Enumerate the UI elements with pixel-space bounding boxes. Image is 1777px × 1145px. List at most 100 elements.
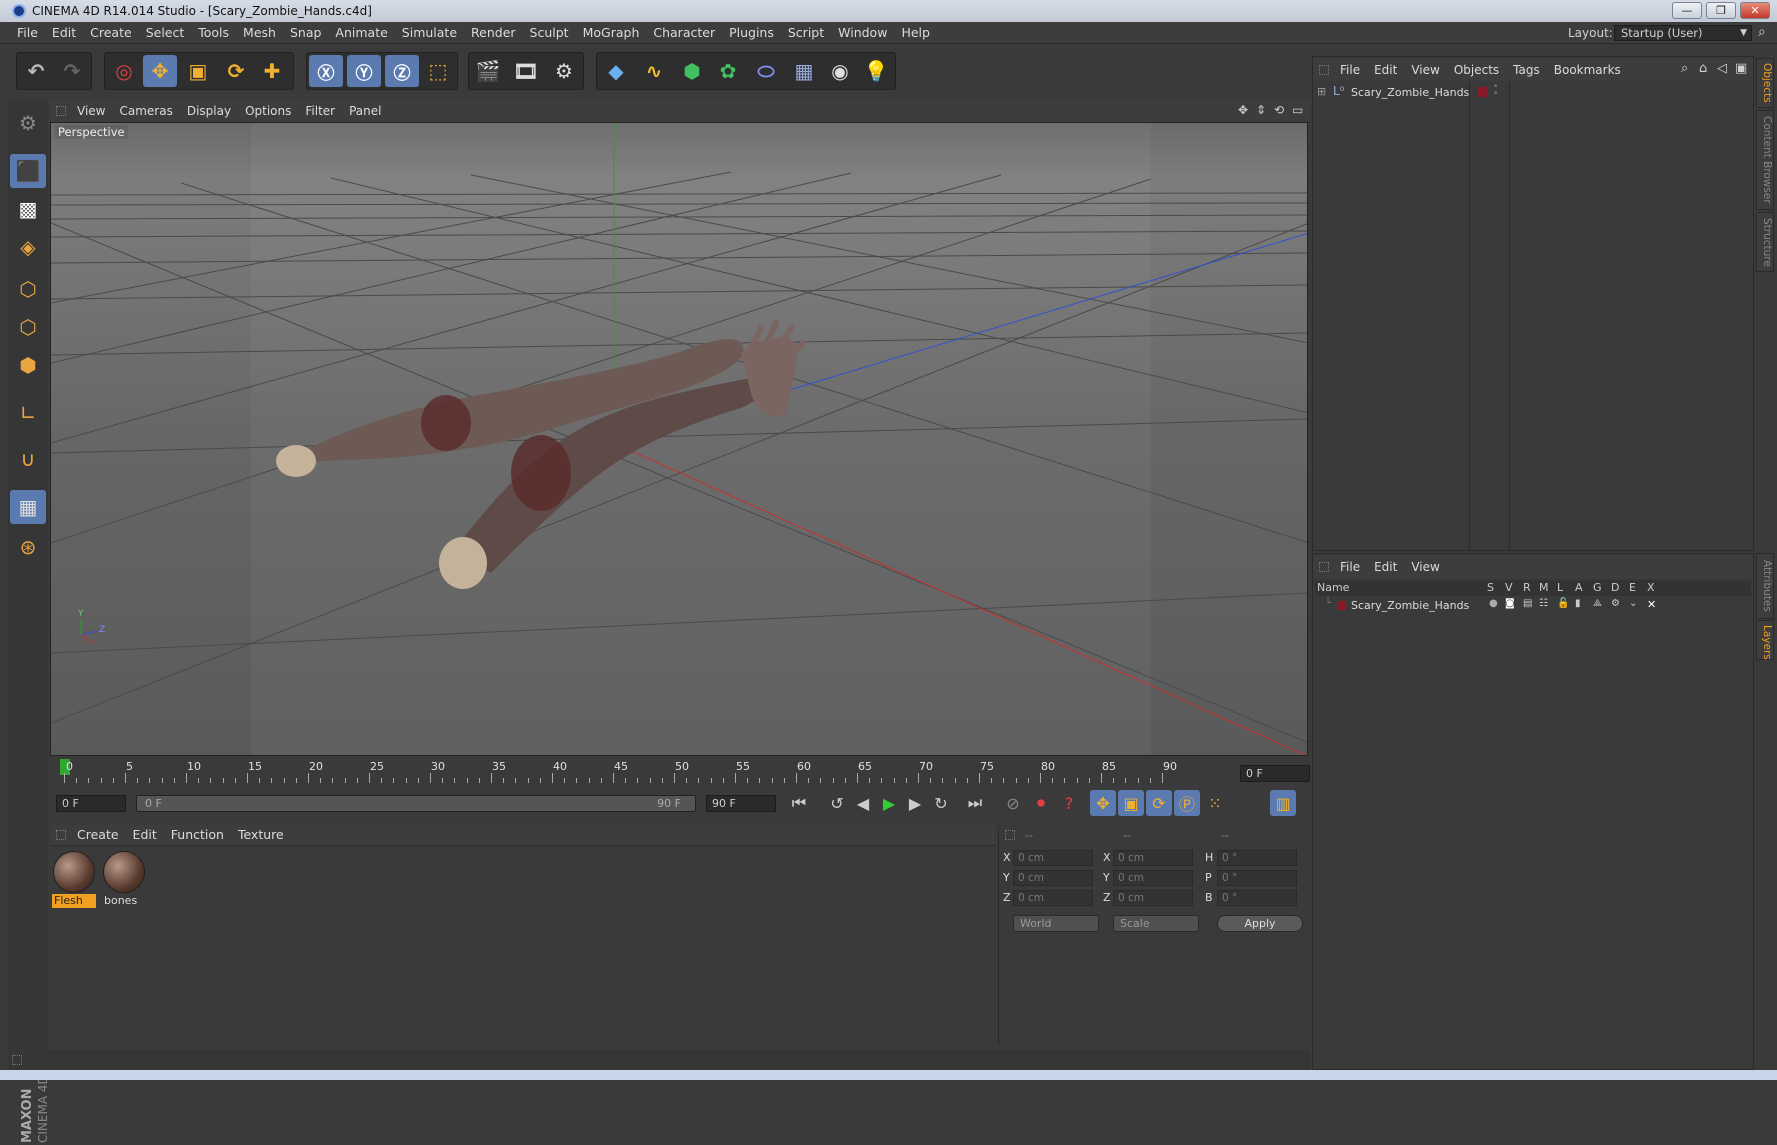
viewport-menu-cameras[interactable]: Cameras xyxy=(112,100,179,122)
workplane-lock-icon[interactable]: ▦ xyxy=(10,490,46,524)
expressions-toggle-icon[interactable]: ⌄ xyxy=(1629,598,1637,609)
panel-grip-icon[interactable] xyxy=(1319,562,1329,572)
current-frame-field[interactable]: 0 F xyxy=(1240,765,1310,782)
search-icon[interactable]: ⌕ xyxy=(1758,24,1766,40)
solo-toggle-icon[interactable]: ● xyxy=(1489,598,1498,609)
autokeying-icon[interactable]: ⏺ xyxy=(1028,790,1054,816)
render-picture-viewer-icon[interactable]: 🎞 xyxy=(509,55,543,87)
object-row[interactable]: ⊞ L⁰ Scary_Zombie_Hands • • xyxy=(1313,83,1753,103)
viewport-menu-filter[interactable]: Filter xyxy=(298,100,342,122)
objects-menu-file[interactable]: File xyxy=(1333,59,1367,81)
keyframe-selection-icon[interactable]: ? xyxy=(1056,790,1082,816)
scale-key-icon[interactable]: ▣ xyxy=(1118,790,1144,816)
menu-character[interactable]: Character xyxy=(646,22,722,44)
layers-menu-view[interactable]: View xyxy=(1404,556,1446,578)
next-frame-icon[interactable]: ▶ xyxy=(902,790,928,816)
locked-workplane-icon[interactable]: ⊛ xyxy=(10,530,46,564)
redo-icon[interactable]: ↷ xyxy=(55,55,89,87)
edges-mode-icon[interactable]: ⬡ xyxy=(10,310,46,344)
preview-range-slider[interactable]: 0 F 90 F xyxy=(136,795,696,812)
points-mode-icon[interactable]: ⬡ xyxy=(10,272,46,306)
polygons-mode-icon[interactable]: ⬢ xyxy=(10,348,46,382)
next-key-icon[interactable]: ↻ xyxy=(928,790,954,816)
restore-button[interactable]: ❐ xyxy=(1706,2,1736,19)
point-level-animation-icon[interactable]: ⁙ xyxy=(1202,790,1228,816)
previous-frame-icon[interactable]: ◀ xyxy=(850,790,876,816)
generators-toggle-icon[interactable]: ⟁ xyxy=(1593,598,1602,609)
column-render[interactable]: R xyxy=(1523,581,1531,594)
material-menu-create[interactable]: Create xyxy=(70,824,126,846)
maximize-view-icon[interactable]: ▭ xyxy=(1292,103,1303,117)
menu-plugins[interactable]: Plugins xyxy=(722,22,781,44)
layer-color-swatch[interactable] xyxy=(1337,601,1346,610)
x-axis-lock-icon[interactable]: Ⓧ xyxy=(309,55,343,87)
layers-menu-file[interactable]: File xyxy=(1333,556,1367,578)
panel-grip-icon[interactable] xyxy=(56,830,66,840)
transform-mode-dropdown[interactable]: Scale xyxy=(1113,915,1199,932)
viewport-menu-display[interactable]: Display xyxy=(180,100,238,122)
menu-render[interactable]: Render xyxy=(464,22,523,44)
undo-icon[interactable]: ↶ xyxy=(19,55,53,87)
layer-color-swatch[interactable] xyxy=(1478,87,1488,97)
panel-grip-icon[interactable] xyxy=(56,106,66,116)
position-key-icon[interactable]: ✥ xyxy=(1090,790,1116,816)
go-to-start-icon[interactable]: ⏮ xyxy=(786,790,812,816)
pos-z-field[interactable]: 0 cm xyxy=(1013,890,1093,906)
close-button[interactable]: ✕ xyxy=(1740,2,1770,19)
light-icon[interactable]: 💡 xyxy=(859,55,893,87)
menu-script[interactable]: Script xyxy=(781,22,831,44)
axis-mode-icon[interactable]: ∟ xyxy=(10,396,46,430)
parameter-key-icon[interactable]: Ⓟ xyxy=(1174,790,1200,816)
rotate-tool-icon[interactable]: ⟳ xyxy=(219,55,253,87)
timeline-ruler[interactable]: 0 5 10 15 20 25 30 35 40 45 50 55 60 65 … xyxy=(50,757,1310,787)
perspective-viewport[interactable]: Perspective Y Z xyxy=(50,122,1308,756)
menu-sculpt[interactable]: Sculpt xyxy=(523,22,576,44)
column-view[interactable]: V xyxy=(1505,581,1513,594)
rot-p-field[interactable]: 0 ° xyxy=(1217,870,1297,886)
cube-icon[interactable]: ◆ xyxy=(599,55,633,87)
lock-toggle-icon[interactable]: 🔓 xyxy=(1557,598,1569,609)
pan-view-icon[interactable]: ✥ xyxy=(1238,103,1248,117)
objects-menu-edit[interactable]: Edit xyxy=(1367,59,1404,81)
rotation-key-icon[interactable]: ⟳ xyxy=(1146,790,1172,816)
magnet-snap-icon[interactable]: ∪ xyxy=(10,442,46,476)
column-locked[interactable]: L xyxy=(1557,581,1563,594)
objects-menu-view[interactable]: View xyxy=(1404,59,1446,81)
xref-toggle-icon[interactable]: ✕ xyxy=(1647,598,1656,611)
manager-toggle-icon[interactable]: ☷ xyxy=(1539,598,1548,609)
spline-pen-icon[interactable]: ∿ xyxy=(637,55,671,87)
go-to-end-icon[interactable]: ⏭ xyxy=(962,790,988,816)
play-forward-icon[interactable]: ▶ xyxy=(876,790,902,816)
material-menu-edit[interactable]: Edit xyxy=(126,824,164,846)
live-selection-icon[interactable]: ◎ xyxy=(107,55,141,87)
minimize-button[interactable]: — xyxy=(1672,2,1702,19)
render-view-icon[interactable]: 🎬 xyxy=(471,55,505,87)
camera-icon[interactable]: ◉ xyxy=(823,55,857,87)
material-menu-texture[interactable]: Texture xyxy=(231,824,291,846)
menu-create[interactable]: Create xyxy=(83,22,139,44)
layout-dropdown[interactable]: Startup (User) ▼ xyxy=(1614,25,1752,41)
record-active-objects-icon[interactable]: ⊘ xyxy=(1000,790,1026,816)
material-menu-function[interactable]: Function xyxy=(164,824,231,846)
move-tool-icon[interactable]: ✥ xyxy=(143,55,177,87)
objects-menu-tags[interactable]: Tags xyxy=(1506,59,1547,81)
menu-animate[interactable]: Animate xyxy=(328,22,394,44)
column-expressions[interactable]: E xyxy=(1629,581,1636,594)
menu-simulate[interactable]: Simulate xyxy=(395,22,464,44)
expand-icon[interactable]: ⊞ xyxy=(1317,85,1326,98)
material-flesh[interactable]: Flesh xyxy=(52,850,96,910)
panel-grip-icon[interactable] xyxy=(12,1055,22,1065)
column-manager[interactable]: M xyxy=(1539,581,1549,594)
apply-button[interactable]: Apply xyxy=(1217,915,1303,932)
search-icon[interactable]: ⌕ xyxy=(1681,61,1688,76)
tab-attributes[interactable]: Attributes xyxy=(1756,553,1774,619)
panel-grip-icon[interactable] xyxy=(1319,65,1329,75)
size-x-field[interactable]: 0 cm xyxy=(1113,850,1193,866)
size-y-field[interactable]: 0 cm xyxy=(1113,870,1193,886)
tab-objects[interactable]: Objects xyxy=(1756,58,1774,108)
timeline-window-icon[interactable]: ▥ xyxy=(1270,790,1296,816)
pos-x-field[interactable]: 0 cm xyxy=(1013,850,1093,866)
size-z-field[interactable]: 0 cm xyxy=(1113,890,1193,906)
menu-edit[interactable]: Edit xyxy=(45,22,83,44)
make-editable-icon[interactable]: ⚙ xyxy=(10,106,46,140)
